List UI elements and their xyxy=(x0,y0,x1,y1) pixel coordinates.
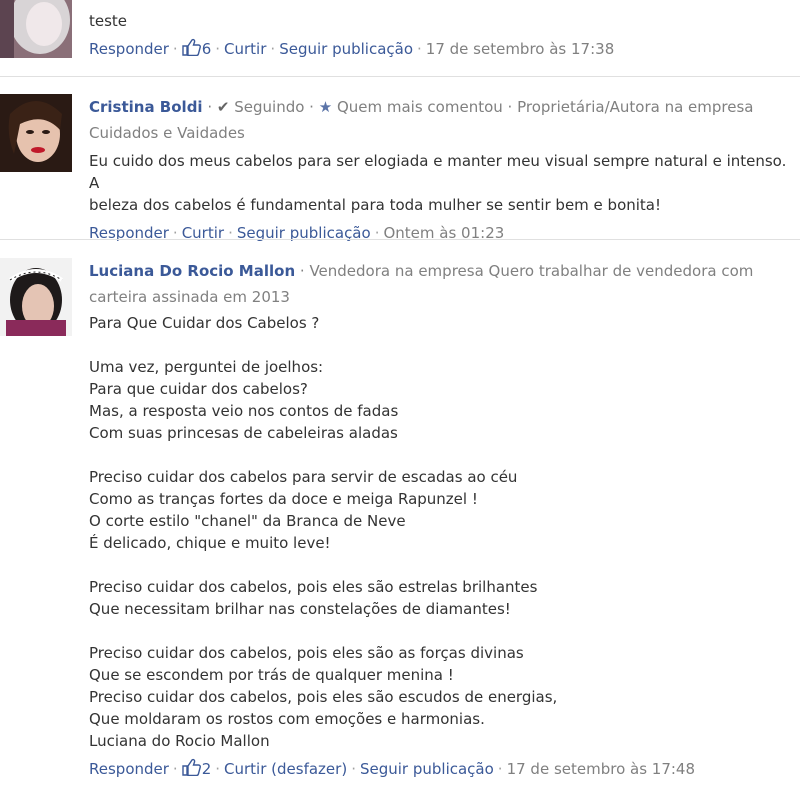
author-role-company: Cuidados e Vaidades xyxy=(89,124,245,142)
checkmark-icon: ✔ xyxy=(216,98,230,116)
reply-link[interactable]: Responder xyxy=(89,760,169,778)
author-name[interactable]: Luciana Do Rocio Mallon xyxy=(89,262,295,280)
follow-post-link[interactable]: Seguir publicação xyxy=(279,40,413,58)
follow-post-link[interactable]: Seguir publicação xyxy=(360,760,494,778)
author-role-company: carteira assinada em 2013 xyxy=(89,288,290,306)
comment-actions: Responder · Curtir · Seguir publicação · Ontem… xyxy=(89,224,505,242)
comment-text: teste xyxy=(89,12,128,30)
following-label: Seguindo xyxy=(234,98,305,116)
comment-2: Cristina Boldi · ✔ Seguindo · ★ Quem mai… xyxy=(0,94,800,242)
like-count[interactable]: 6 xyxy=(202,40,212,58)
comment-3: Luciana Do Rocio Mallon · Vendedora na e… xyxy=(0,258,800,798)
author-name[interactable]: Cristina Boldi xyxy=(89,98,203,116)
timestamp[interactable]: 17 de setembro às 17:38 xyxy=(426,40,614,58)
thumbs-up-icon[interactable] xyxy=(182,38,202,62)
comment-1: teste Responder · 6 · Curtir · Seguir publicaç… xyxy=(0,0,800,78)
comment-text: Eu cuido dos meus cabelos para ser elogi… xyxy=(89,152,787,214)
timestamp[interactable]: 17 de setembro às 17:48 xyxy=(507,760,695,778)
top-commenter-label: Quem mais comentou xyxy=(336,98,503,116)
like-count[interactable]: 2 xyxy=(202,760,212,778)
avatar[interactable] xyxy=(0,0,72,58)
comment-divider xyxy=(0,239,800,240)
avatar[interactable] xyxy=(0,94,72,172)
like-link[interactable]: Curtir xyxy=(224,40,266,58)
comment-text: Para Que Cuidar dos Cabelos ? Uma vez, p… xyxy=(89,314,558,750)
reply-link[interactable]: Responder xyxy=(89,40,169,58)
author-role: Proprietária/Autora na empresa xyxy=(517,98,754,116)
avatar[interactable] xyxy=(0,258,72,336)
author-role: Vendedora na empresa Quero trabalhar de … xyxy=(309,262,754,280)
comment-actions: Responder · 6 · Curtir · Seguir publicação · 17 … xyxy=(89,38,800,62)
thumbs-up-icon[interactable] xyxy=(182,758,202,782)
comment-actions: Responder · 2 · Curtir (desfazer) · Seguir pub… xyxy=(89,758,800,782)
unlike-link[interactable]: Curtir (desfazer) xyxy=(224,760,347,778)
comment-divider xyxy=(0,76,800,77)
star-icon: ★ xyxy=(318,98,333,116)
